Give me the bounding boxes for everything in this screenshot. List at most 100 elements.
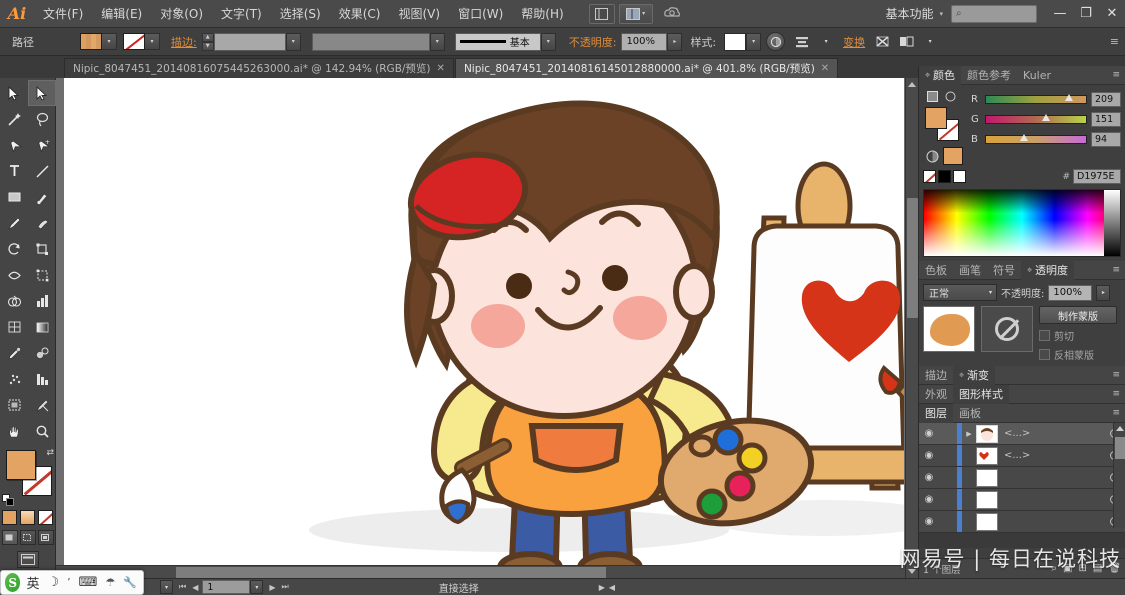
menu-help[interactable]: 帮助(H)	[512, 0, 572, 28]
blob-brush-tool[interactable]	[28, 210, 56, 236]
layer-thumbnail[interactable]	[976, 490, 998, 509]
transparency-opacity-field[interactable]: 100%	[1048, 284, 1093, 301]
layer-expand-icon[interactable]: ▶	[962, 430, 976, 438]
menu-view[interactable]: 视图(V)	[389, 0, 449, 28]
tab-gradient[interactable]: ✥ 渐变	[953, 365, 996, 385]
pen-tool[interactable]	[0, 132, 28, 158]
align-chevron-down-icon[interactable]: ▾	[815, 32, 837, 52]
vertical-scroll-thumb[interactable]	[907, 198, 918, 318]
tab-layers[interactable]: 图层	[919, 403, 953, 423]
zoom-chevron-down-icon[interactable]: ▾	[160, 580, 173, 594]
mask-thumbnail[interactable]	[981, 306, 1033, 352]
slider-b-value[interactable]: 94	[1091, 131, 1121, 147]
menu-type[interactable]: 文字(T)	[212, 0, 271, 28]
swap-fill-stroke-icon[interactable]: ⇄	[46, 448, 54, 458]
draw-behind-icon[interactable]	[19, 530, 36, 545]
slider-r-knob[interactable]	[1065, 93, 1073, 101]
menu-object[interactable]: 对象(O)	[151, 0, 212, 28]
tab-kuler[interactable]: Kuler	[1017, 66, 1057, 85]
tab-graphic-styles[interactable]: 图形样式	[953, 384, 1009, 404]
make-mask-button[interactable]: 制作蒙版	[1039, 306, 1117, 324]
arrange-documents-icon[interactable]: ▾	[618, 3, 653, 24]
stroke-weight-stepper[interactable]: ▲ ▼ ▾	[201, 32, 301, 51]
draw-normal-icon[interactable]	[1, 530, 18, 545]
color-spectrum-ramp[interactable]	[923, 189, 1121, 257]
brush-definition-chevron-down-icon[interactable]: ▾	[540, 32, 556, 51]
rotate-tool[interactable]	[0, 236, 28, 262]
locate-object-icon[interactable]: ⌕	[1051, 563, 1057, 574]
object-thumbnail[interactable]	[923, 306, 975, 352]
artboard-chevron-down-icon[interactable]: ▾	[250, 580, 264, 594]
workspace-chevron-down-icon[interactable]: ▾	[939, 10, 943, 18]
shape-builder-tool[interactable]	[0, 288, 28, 314]
artboard-number-field[interactable]: 1	[202, 580, 251, 594]
ime-punctuation-icon[interactable]: ʼ	[65, 576, 73, 589]
search-input[interactable]: ⌕	[951, 4, 1037, 23]
variable-width-chevron-down-icon[interactable]: ▾	[429, 32, 445, 51]
page-nav-next[interactable]: ▶	[269, 583, 275, 592]
isolate-selected-object-icon[interactable]	[871, 32, 893, 52]
symbol-sprayer-tool[interactable]	[0, 366, 28, 392]
color-mode-icon[interactable]	[925, 149, 939, 163]
selection-tool[interactable]	[0, 80, 28, 106]
swatch-white[interactable]	[953, 170, 966, 183]
fill-indicator-icon[interactable]	[925, 89, 939, 103]
lasso-tool[interactable]	[28, 106, 56, 132]
type-tool[interactable]	[0, 158, 28, 184]
tab-color-guide[interactable]: 颜色参考	[961, 66, 1017, 85]
blend-tool[interactable]	[28, 340, 56, 366]
variable-width-profile-field[interactable]	[311, 32, 430, 51]
page-nav-first[interactable]: ⏮	[179, 582, 186, 592]
invert-mask-checkbox-row[interactable]: 反相蒙版	[1039, 347, 1121, 362]
tab-color[interactable]: ✥ 颜色	[919, 65, 962, 85]
eyedropper-tool[interactable]	[0, 340, 28, 366]
slider-g-knob[interactable]	[1042, 113, 1050, 121]
layer-visibility-icon[interactable]: ◉	[919, 494, 939, 505]
ime-keyboard-icon[interactable]: ⌨	[77, 575, 100, 590]
scroll-up-icon[interactable]	[908, 82, 916, 87]
layers-scroll-thumb[interactable]	[1115, 437, 1125, 459]
clip-checkbox-row[interactable]: 剪切	[1039, 328, 1121, 343]
make-clipping-mask-icon[interactable]: ▣	[1063, 563, 1072, 574]
slider-b[interactable]: B 94	[971, 129, 1121, 149]
delete-layer-icon[interactable]: 🗑	[1108, 563, 1121, 574]
stroke-indicator-icon[interactable]	[943, 89, 957, 103]
ime-umbrella-icon[interactable]: ☂	[103, 576, 117, 589]
slider-g-track[interactable]	[985, 113, 1087, 124]
slider-r-value[interactable]: 209	[1091, 91, 1121, 107]
status-scroll-controls[interactable]: ▶ ◀	[599, 583, 615, 592]
layers-panel-menu-icon[interactable]: ≡	[1112, 408, 1125, 418]
ime-settings-icon[interactable]: 🔧	[121, 576, 139, 589]
layer-visibility-icon[interactable]: ◉	[919, 516, 939, 527]
fill-chevron-down-icon[interactable]: ▾	[102, 33, 117, 50]
stroke-weight-chevron-down-icon[interactable]: ▾	[285, 32, 301, 51]
color-fill-swatch[interactable]	[925, 107, 947, 129]
minimize-button[interactable]: —	[1047, 0, 1073, 28]
layer-thumbnail[interactable]	[976, 512, 998, 531]
fill-swatch-control[interactable]: ▾	[80, 33, 117, 50]
tab-stroke[interactable]: 描边	[919, 366, 953, 385]
canvas-horizontal-scrollbar[interactable]	[56, 565, 905, 578]
mask-chevron-down-icon[interactable]: ▾	[919, 32, 941, 52]
stroke-swatch-control[interactable]: ▾	[123, 33, 160, 50]
table-row[interactable]: ◉ <...>	[919, 445, 1125, 467]
opacity-chevron-down-icon[interactable]: ▸	[667, 32, 683, 51]
control-bar-menu-icon[interactable]: ≡	[1110, 36, 1119, 47]
column-graph-tool[interactable]	[28, 288, 56, 314]
draw-inside-icon[interactable]	[37, 530, 54, 545]
paintbrush-tool[interactable]	[28, 184, 56, 210]
color-button[interactable]	[2, 510, 17, 525]
layer-thumbnail[interactable]	[976, 424, 998, 443]
mask-icon[interactable]	[895, 32, 917, 52]
spectrum-whiteblack-strip[interactable]	[1104, 190, 1120, 256]
tab-artboards[interactable]: 画板	[953, 404, 987, 423]
default-fill-stroke-icon[interactable]	[2, 494, 14, 506]
slider-b-knob[interactable]	[1020, 133, 1028, 141]
layer-name[interactable]: <...>	[998, 428, 1103, 439]
opacity-label[interactable]: 不透明度:	[564, 34, 622, 50]
ime-toolbar[interactable]: S 英 ☽ ʼ ⌨ ☂ 🔧	[0, 570, 144, 595]
scroll-down-icon[interactable]	[908, 569, 916, 574]
document-tab-2-close-icon[interactable]: ✕	[821, 63, 829, 74]
workspace-selector-label[interactable]: 基本功能	[879, 5, 939, 22]
invert-mask-checkbox[interactable]	[1039, 349, 1050, 360]
